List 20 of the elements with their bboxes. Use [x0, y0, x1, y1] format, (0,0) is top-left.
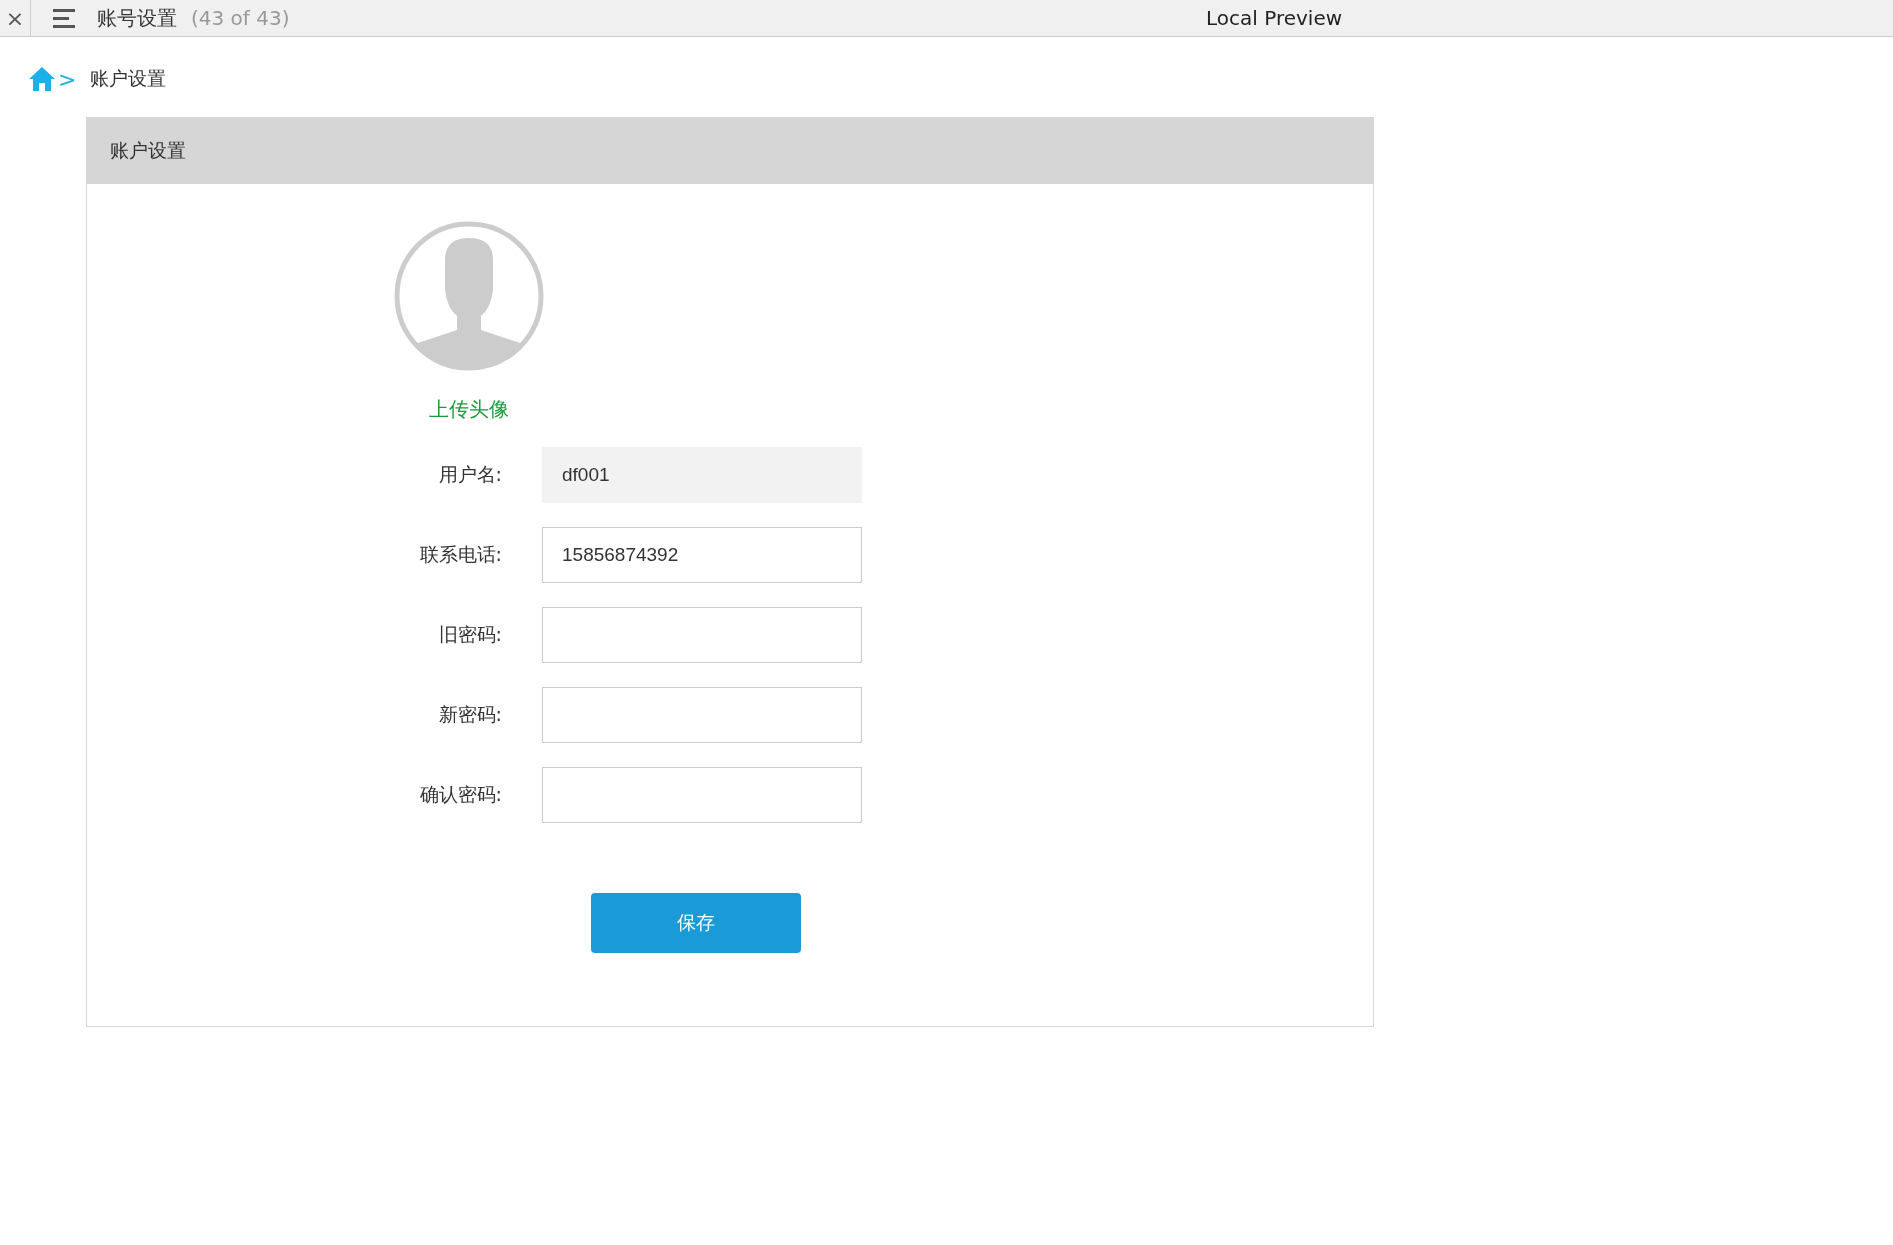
menu-icon[interactable] — [53, 8, 77, 28]
input-field[interactable] — [542, 687, 862, 743]
panel-title: 账户设置 — [110, 138, 186, 163]
breadcrumb-item: 账户设置 — [90, 66, 167, 91]
app-title: Local Preview — [1206, 6, 1343, 30]
field-label: 新密码: — [437, 702, 502, 727]
document-title: 账号设置 — [97, 4, 177, 32]
avatar-icon — [393, 220, 545, 372]
input-field[interactable] — [542, 607, 862, 663]
input-field[interactable] — [542, 767, 862, 823]
breadcrumb-separator: > — [58, 66, 77, 92]
field-label: 用户名: — [437, 462, 502, 487]
close-button[interactable]: × — [0, 5, 30, 31]
input-field[interactable]: 15856874392 — [542, 527, 862, 583]
field-label: 确认密码: — [418, 782, 502, 807]
home-icon[interactable] — [28, 66, 56, 92]
upload-avatar-link[interactable]: 上传头像 — [429, 396, 509, 423]
page-counter: (43 of 43) — [191, 6, 290, 30]
field-label: 旧密码: — [437, 622, 502, 647]
field-label: 联系电话: — [418, 542, 502, 567]
